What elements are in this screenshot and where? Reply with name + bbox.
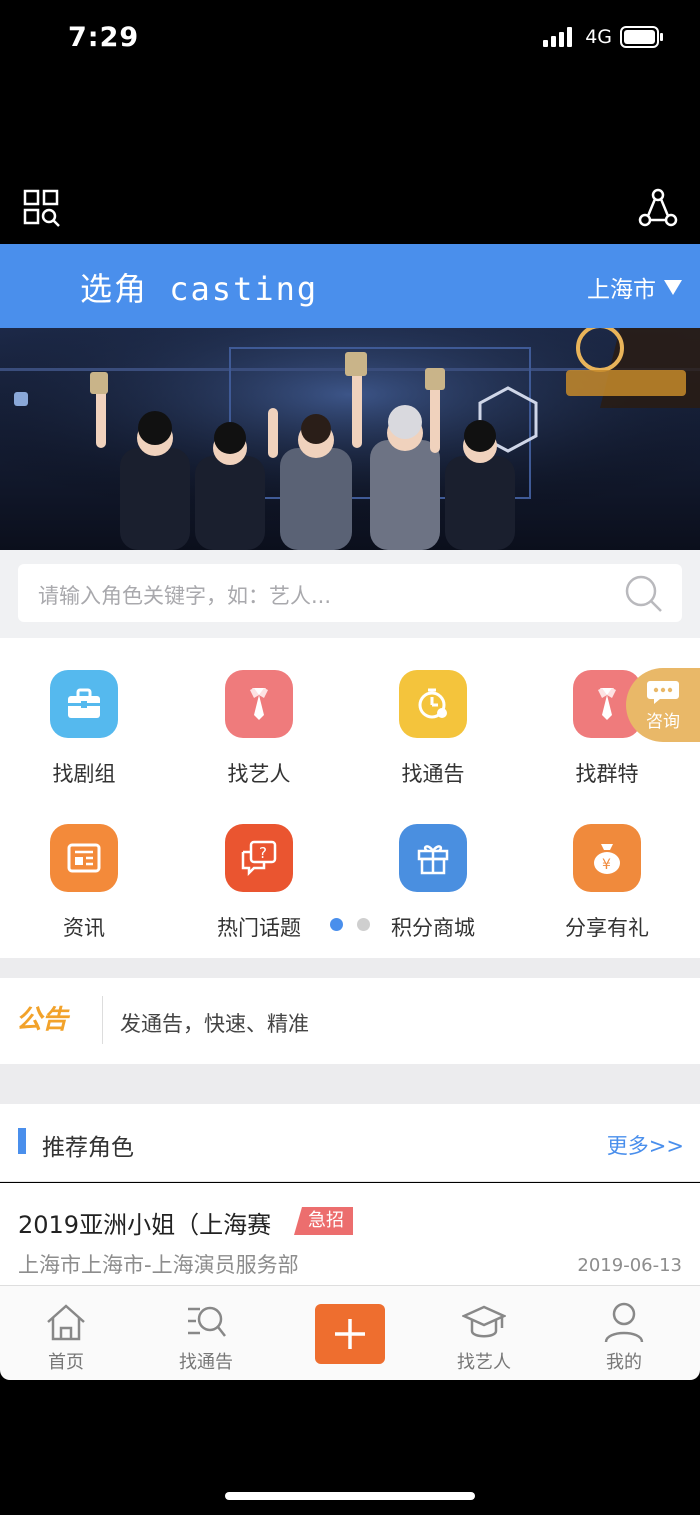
search-placeholder: 请输入角色关键字，如：艺人... [38, 584, 332, 608]
share-icon [638, 188, 678, 227]
grid-search-icon [23, 189, 60, 227]
search-input[interactable]: 请输入角色关键字，如：艺人... [18, 564, 682, 622]
status-indicators: 4G [543, 26, 664, 48]
search-list-icon [188, 1306, 226, 1337]
tab-find-notice[interactable]: 找通告 [146, 1286, 266, 1381]
grid-item-news[interactable]: 资讯 [9, 824, 159, 964]
grid-label: 分享有礼 [565, 916, 649, 940]
section-accent-bar [18, 1128, 26, 1154]
signal-icon [543, 27, 573, 47]
grid-item-points-mall[interactable]: 积分商城 [358, 824, 508, 964]
plus-icon [335, 1319, 365, 1349]
top-toolbar [0, 180, 700, 240]
search-icon[interactable] [624, 574, 664, 614]
clock-icon [418, 688, 447, 719]
consult-label: 咨询 [646, 711, 680, 732]
function-grid: 找剧组 找艺人 找通告 找群特 资讯 ? 热门话题 积分商城 ¥ 分享有礼 [0, 638, 700, 958]
role-title: 2019亚洲小姐（上海赛 [18, 1211, 272, 1239]
grid-icon-bg [50, 824, 118, 892]
publish-button[interactable] [315, 1304, 385, 1364]
status-time: 7:29 [68, 22, 140, 53]
notice-banner[interactable]: 公告 发通告，快速、精准 [0, 978, 700, 1064]
city-label: 上海市 [587, 277, 656, 303]
tab-label: 首页 [48, 1352, 84, 1373]
share-button[interactable] [636, 186, 680, 230]
tab-label: 我的 [606, 1352, 642, 1373]
tab-label: 找通告 [179, 1352, 233, 1373]
grid-icon-bg [399, 824, 467, 892]
necktie-icon [250, 688, 268, 720]
svg-text:?: ? [259, 844, 267, 862]
notice-logo-icon: 公告 [16, 1005, 71, 1035]
graduation-cap-icon [462, 1305, 506, 1338]
scan-grid-button[interactable] [20, 186, 64, 230]
svg-text:¥: ¥ [602, 857, 611, 873]
home-indicator[interactable] [225, 1492, 475, 1500]
tab-find-artist[interactable]: 找艺人 [424, 1286, 544, 1381]
app-title: 选角 casting [80, 270, 319, 308]
tab-label: 找艺人 [457, 1352, 511, 1373]
home-icon [47, 1304, 85, 1341]
more-link[interactable]: 更多>> [607, 1130, 684, 1160]
tab-home[interactable]: 首页 [6, 1286, 126, 1381]
search-area: 请输入角色关键字，如：艺人... [0, 550, 700, 638]
recommend-title: 推荐角色 [42, 1135, 134, 1161]
battery-icon [620, 26, 663, 48]
grid-item-share-reward[interactable]: ¥ 分享有礼 [532, 824, 682, 964]
chat-bubble-icon [647, 680, 679, 704]
section-gap [0, 1064, 700, 1104]
grid-label: 热门话题 [217, 916, 301, 940]
user-icon [604, 1302, 644, 1343]
banner-image [0, 328, 700, 550]
grid-item-find-crew[interactable]: 找剧组 [9, 670, 159, 810]
notice-text: 发通告，快速、精准 [120, 1012, 309, 1036]
app-header: 选角 casting 上海市 [0, 244, 700, 328]
grid-pager [330, 918, 370, 931]
grid-icon-bg [399, 670, 467, 738]
chat-question-icon: ? [241, 840, 277, 877]
news-icon [67, 843, 101, 873]
grid-icon-bg [225, 670, 293, 738]
tab-mine[interactable]: 我的 [564, 1286, 684, 1381]
grid-label: 找剧组 [52, 762, 116, 786]
pager-dot-active[interactable] [330, 918, 343, 931]
grid-item-find-artist[interactable]: 找艺人 [184, 670, 334, 810]
city-selector[interactable]: 上海市 [587, 270, 682, 304]
grid-icon-bg: ¥ [573, 824, 641, 892]
role-date: 2019-06-13 [577, 1255, 682, 1276]
grid-icon-bg [50, 670, 118, 738]
briefcase-icon [68, 688, 100, 718]
grid-item-hot-topics[interactable]: ? 热门话题 [184, 824, 334, 964]
urgent-badge: 急招 [294, 1207, 353, 1235]
grid-label: 积分商城 [391, 916, 475, 940]
grid-label: 找群特 [575, 762, 639, 786]
pager-dot[interactable] [357, 918, 370, 931]
banner-carousel[interactable] [0, 328, 700, 550]
svg-text:公告: 公告 [16, 1005, 71, 1035]
notice-divider [102, 996, 103, 1044]
list-item[interactable]: 2019亚洲小姐（上海赛 急招 上海市上海市-上海演员服务部 2019-06-1… [0, 1183, 700, 1285]
consult-button[interactable]: 咨询 [626, 668, 700, 742]
role-organization: 上海市上海市-上海演员服务部 [18, 1253, 299, 1277]
gift-icon [417, 845, 449, 875]
status-bar: 7:29 4G [0, 0, 700, 80]
recommend-header: 推荐角色 更多>> [0, 1104, 700, 1182]
money-bag-icon: ¥ [594, 844, 620, 874]
necktie-icon [598, 688, 616, 720]
grid-label: 资讯 [63, 916, 105, 940]
grid-label: 找艺人 [227, 762, 291, 786]
grid-label: 找通告 [401, 762, 465, 786]
network-type: 4G [585, 26, 612, 48]
caret-down-icon [664, 279, 682, 295]
grid-item-find-notice[interactable]: 找通告 [358, 670, 508, 810]
bottom-tab-bar: 首页 找通告 找艺人 我的 [0, 1285, 700, 1380]
section-gap [0, 958, 700, 978]
grid-icon-bg: ? [225, 824, 293, 892]
